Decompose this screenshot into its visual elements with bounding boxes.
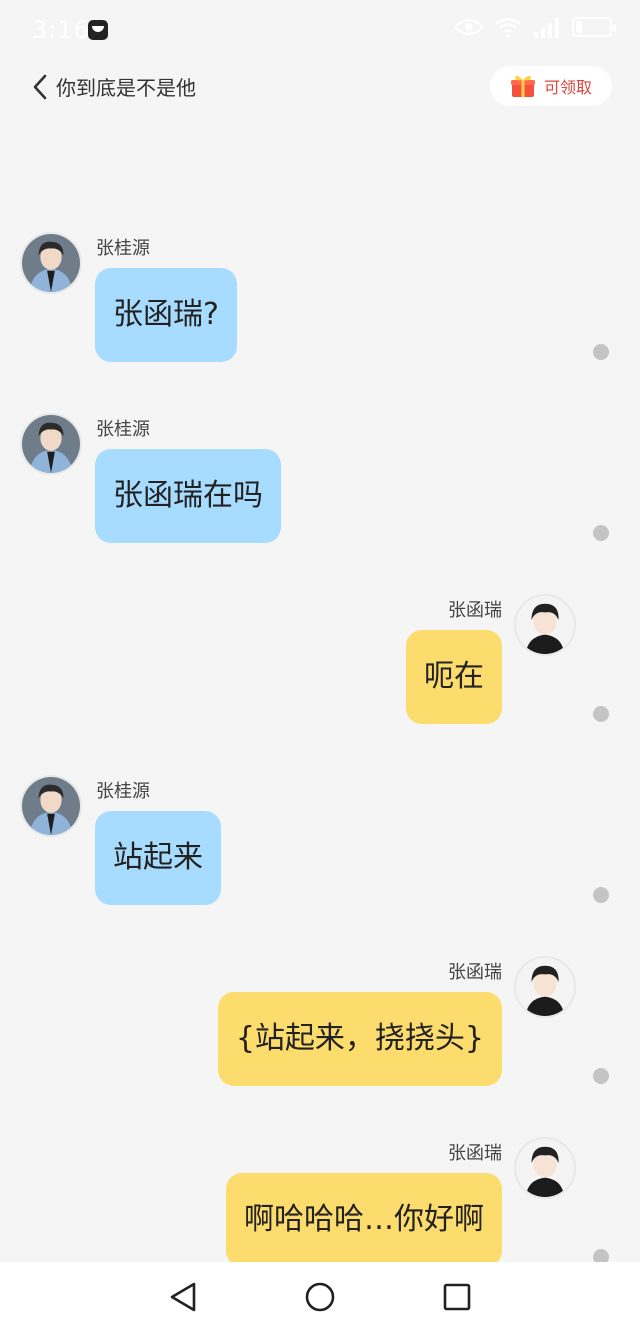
avatar[interactable] [514,1137,576,1199]
avatar[interactable] [514,594,576,656]
chat-title: 你到底是不是他 [56,76,196,100]
message-bubble[interactable]: {站起来，挠挠头} [217,992,502,1086]
message-bubble[interactable]: 啊哈哈哈…你好啊 [226,1173,502,1262]
read-status-dot [593,887,609,903]
message-row: 张函瑞 {站起来，挠挠头} [0,956,640,1086]
read-status-dot [593,344,609,360]
status-time: 3:16 [32,16,90,44]
message-bubble[interactable]: 张函瑞在吗 [95,449,281,543]
read-status-dot [593,1068,609,1084]
battery-icon [572,17,616,37]
back-button[interactable]: 你到底是不是他 [32,72,196,101]
message-list[interactable]: 你笑屁啊张桂源张函瑞?张桂源张函瑞在吗张函瑞呃在张桂源站起来张函瑞{站起来，挠挠… [0,112,640,1262]
message-row: 张桂源 张函瑞在吗 [0,413,640,543]
message-bubble[interactable]: 呃在 [406,630,502,724]
signal-icon [534,18,559,38]
chevron-left-icon [33,74,47,99]
recents-square-icon[interactable] [440,1280,474,1314]
sender-name: 张桂源 [96,238,150,259]
gift-icon [510,75,535,97]
message-row: 张函瑞啊哈哈哈…你好啊 [0,1137,640,1262]
read-status-dot [593,525,609,541]
message-bubble[interactable]: 张函瑞? [95,268,237,362]
status-bar: 3:16 [0,0,640,60]
sender-name: 张桂源 [96,419,150,440]
back-triangle-icon[interactable] [166,1280,200,1314]
sender-name: 张函瑞 [448,600,502,621]
reward-button[interactable]: 可领取 [490,66,612,106]
sender-name: 张函瑞 [448,1143,502,1164]
read-status-dot [593,706,609,722]
message-row: 张桂源 站起来 [0,775,640,905]
battery-level [576,21,583,33]
chat-header: 你到底是不是他 可领取 [0,62,640,112]
eye-icon [454,19,484,35]
message-row: 张桂源张函瑞? [0,232,640,362]
avatar[interactable] [514,956,576,1018]
wifi-icon [495,17,521,38]
status-icons [454,16,616,38]
avatar-zhang-guiyuan-image [22,234,80,292]
reward-label: 可领取 [543,78,592,97]
avatar[interactable] [20,232,82,294]
message-row: 张函瑞呃在 [0,594,640,724]
avatar-zhang-hanrui-image [516,958,574,1016]
notification-icon [88,20,108,40]
system-nav-bar [0,1262,640,1330]
avatar[interactable] [20,413,82,475]
home-circle-icon[interactable] [303,1280,337,1314]
avatar-zhang-guiyuan-image [22,777,80,835]
read-status-dot [593,1249,609,1262]
avatar-zhang-hanrui-image [516,596,574,654]
message-bubble[interactable]: 站起来 [95,811,221,905]
avatar[interactable] [20,775,82,837]
sender-name: 张桂源 [96,781,150,802]
avatar-zhang-hanrui-image [516,1139,574,1197]
avatar-zhang-guiyuan-image [22,415,80,473]
sender-name: 张函瑞 [448,962,502,983]
